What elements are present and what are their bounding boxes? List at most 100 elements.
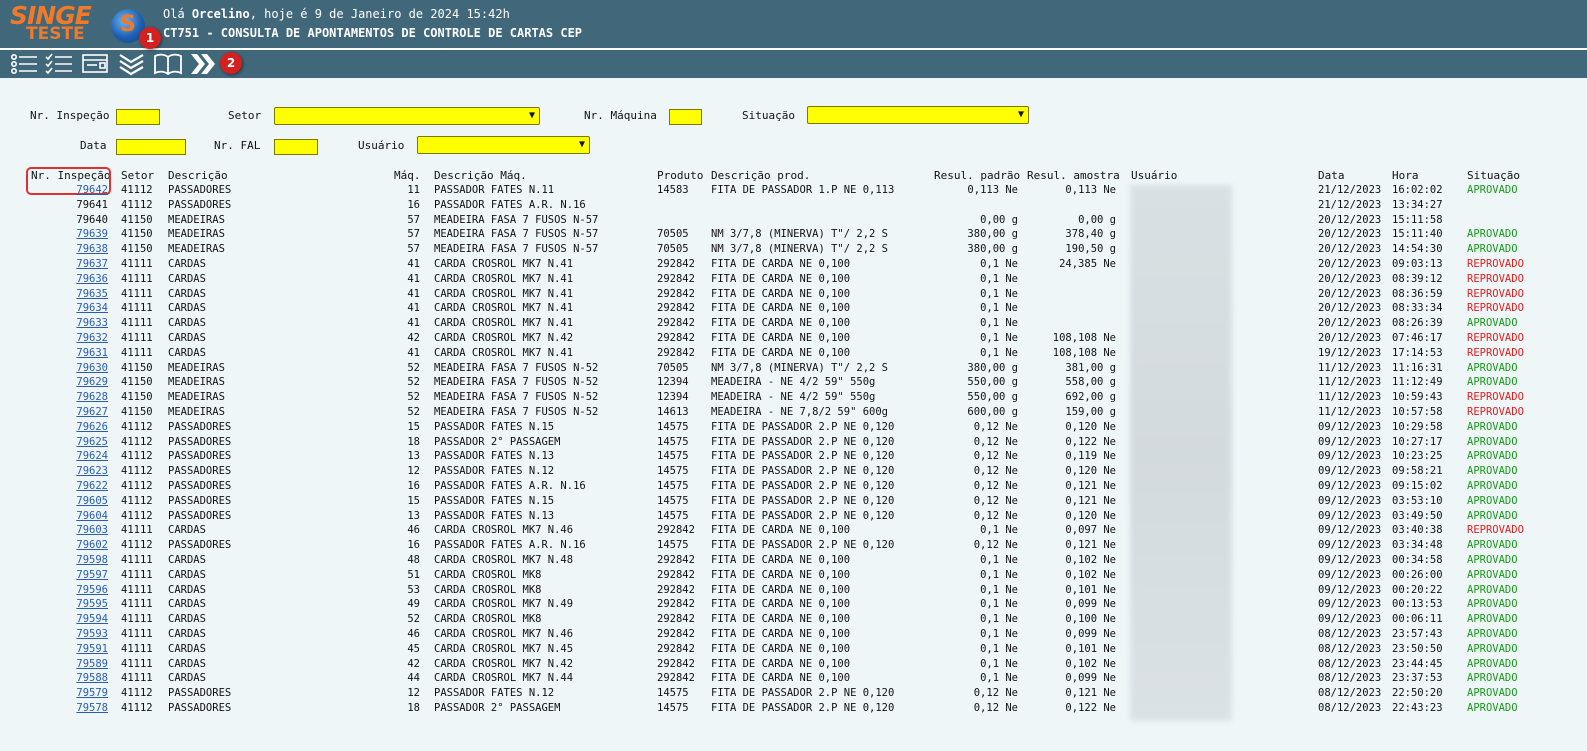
- table-row: 79628 41150 MEADEIRAS 52 MEADEIRA FASA 7 FUS…: [0, 390, 1587, 405]
- cell-maq: 57: [407, 213, 420, 226]
- inspection-link[interactable]: 79636: [36, 272, 108, 286]
- inspection-link[interactable]: 79602: [36, 538, 108, 552]
- col-header-situacao[interactable]: Situação: [1467, 169, 1520, 182]
- inspection-link[interactable]: 79632: [36, 331, 108, 345]
- inspection-link[interactable]: 79625: [36, 435, 108, 449]
- col-header-setor[interactable]: Setor: [121, 169, 154, 182]
- inspection-link[interactable]: 79642: [36, 183, 108, 197]
- cell-situacao: APROVADO: [1467, 317, 1518, 330]
- cell-maq: 15: [407, 420, 420, 433]
- cell-descricao-prod: NM 3/7,8 (MINERVA) T"/ 2,2 S: [711, 243, 889, 256]
- inspection-link[interactable]: 79634: [36, 301, 108, 315]
- cell-maq: 44: [407, 672, 420, 685]
- col-header-data[interactable]: Data: [1318, 169, 1345, 182]
- col-header-resul-padrao[interactable]: Resul. padrão: [934, 169, 1020, 182]
- inspection-link[interactable]: 79624: [36, 449, 108, 463]
- inspection-link[interactable]: 79603: [36, 523, 108, 537]
- cell-nr-inspecao: 79640: [76, 213, 108, 226]
- cell-data: 08/12/2023: [1318, 627, 1382, 640]
- inspection-link[interactable]: 79589: [36, 657, 108, 671]
- cell-descricao: CARDAS: [168, 627, 206, 640]
- cell-hora: 16:02:02: [1392, 184, 1443, 196]
- col-header-resul-amostra[interactable]: Resul. amostra: [1027, 169, 1120, 182]
- cell-setor: 41112: [121, 198, 153, 211]
- inspection-link[interactable]: 79591: [36, 642, 108, 656]
- data-input[interactable]: [116, 139, 186, 155]
- table-row: 79589 41111 CARDAS 42 CARDA CROSROL MK7 N.42…: [0, 657, 1587, 672]
- cell-situacao: APROVADO: [1467, 509, 1518, 522]
- inspection-link[interactable]: 79593: [36, 627, 108, 641]
- inspection-link[interactable]: 79638: [36, 242, 108, 256]
- nr-inspecao-input[interactable]: [116, 109, 160, 125]
- col-header-descricao[interactable]: Descrição: [168, 169, 228, 182]
- inspection-link[interactable]: 79626: [36, 420, 108, 434]
- inspection-link[interactable]: 79596: [36, 583, 108, 597]
- cell-descricao-maq: CARDA CROSROL MK7 N.41: [434, 302, 574, 315]
- cell-resul-amostra: 0,102 Ne: [1065, 568, 1116, 581]
- inspection-link[interactable]: 79588: [36, 671, 108, 685]
- inspection-link[interactable]: 79622: [36, 479, 108, 493]
- cell-situacao: REPROVADO: [1467, 302, 1524, 315]
- inspection-link[interactable]: 79629: [36, 375, 108, 389]
- cell-descricao-maq: MEADEIRA FASA 7 FUSOS N-52: [434, 361, 599, 374]
- cell-setor: 41111: [121, 627, 153, 640]
- cell-situacao: APROVADO: [1467, 184, 1518, 196]
- col-header-maq[interactable]: Máq.: [394, 169, 421, 182]
- cell-descricao: PASSADORES: [168, 494, 232, 507]
- list-icon[interactable]: [9, 52, 39, 76]
- col-header-descricao-maq[interactable]: Descrição Máq.: [434, 169, 527, 182]
- cell-data: 09/12/2023: [1318, 494, 1382, 507]
- situacao-select[interactable]: ▼: [807, 106, 1029, 124]
- cell-descricao: CARDAS: [168, 553, 206, 566]
- inspection-link[interactable]: 79623: [36, 464, 108, 478]
- cell-descricao-maq: CARDA CROSROL MK7 N.49: [434, 598, 574, 611]
- setor-select[interactable]: ▼: [274, 107, 540, 125]
- inspection-link[interactable]: 79639: [36, 227, 108, 241]
- inspection-link[interactable]: 79605: [36, 494, 108, 508]
- inspection-link[interactable]: 79631: [36, 346, 108, 360]
- cell-setor: 41111: [121, 287, 153, 300]
- usuario-select[interactable]: ▼: [417, 136, 590, 154]
- inspection-link[interactable]: 79604: [36, 509, 108, 523]
- cell-descricao: MEADEIRAS: [168, 243, 225, 256]
- filter-label-nr-inspecao: Nr. Inspeção: [30, 109, 110, 122]
- cell-produto: 14613: [657, 405, 689, 418]
- col-header-descricao-prod[interactable]: Descrição prod.: [711, 169, 810, 182]
- table-row: 79633 41111 CARDAS 41 CARDA CROSROL MK7 N.41…: [0, 316, 1587, 331]
- inspection-link[interactable]: 79630: [36, 361, 108, 375]
- inspection-link[interactable]: 79578: [36, 701, 108, 715]
- inspection-link[interactable]: 79579: [36, 686, 108, 700]
- inspection-link[interactable]: 79597: [36, 568, 108, 582]
- cell-resul-padrao: 0,1 Ne: [980, 627, 1018, 640]
- open-book-icon[interactable]: [153, 52, 183, 76]
- form-icon[interactable]: [81, 52, 111, 76]
- cell-resul-amostra: 108,108 Ne: [1052, 331, 1116, 344]
- cell-data: 09/12/2023: [1318, 568, 1382, 581]
- cell-produto: 292842: [657, 657, 695, 670]
- double-chevron-down-icon[interactable]: [117, 52, 147, 76]
- col-header-produto[interactable]: Produto: [657, 169, 703, 182]
- inspection-link[interactable]: 79627: [36, 405, 108, 419]
- cell-resul-padrao: 0,12 Ne: [973, 465, 1018, 478]
- inspection-link[interactable]: 79633: [36, 316, 108, 330]
- inspection-link[interactable]: 79594: [36, 612, 108, 626]
- cell-situacao: APROVADO: [1467, 228, 1518, 241]
- col-header-usuario[interactable]: Usuário: [1131, 169, 1177, 182]
- cell-hora: 08:36:59: [1392, 287, 1443, 300]
- inspection-link[interactable]: 79637: [36, 257, 108, 271]
- inspection-link[interactable]: 79598: [36, 553, 108, 567]
- checklist-icon[interactable]: [44, 52, 74, 76]
- inspection-link[interactable]: 79628: [36, 390, 108, 404]
- cell-descricao: MEADEIRAS: [168, 376, 225, 389]
- cell-maq: 42: [407, 331, 420, 344]
- cell-produto: 292842: [657, 598, 695, 611]
- nr-fal-input[interactable]: [274, 139, 318, 155]
- inspection-link[interactable]: 79595: [36, 597, 108, 611]
- col-header-hora[interactable]: Hora: [1392, 169, 1419, 182]
- inspection-link[interactable]: 79635: [36, 287, 108, 301]
- cell-maq: 41: [407, 346, 420, 359]
- double-chevron-right-icon[interactable]: [189, 52, 219, 76]
- cell-resul-padrao: 0,1 Ne: [980, 568, 1018, 581]
- nr-maquina-input[interactable]: [669, 109, 702, 125]
- cell-descricao: CARDAS: [168, 657, 206, 670]
